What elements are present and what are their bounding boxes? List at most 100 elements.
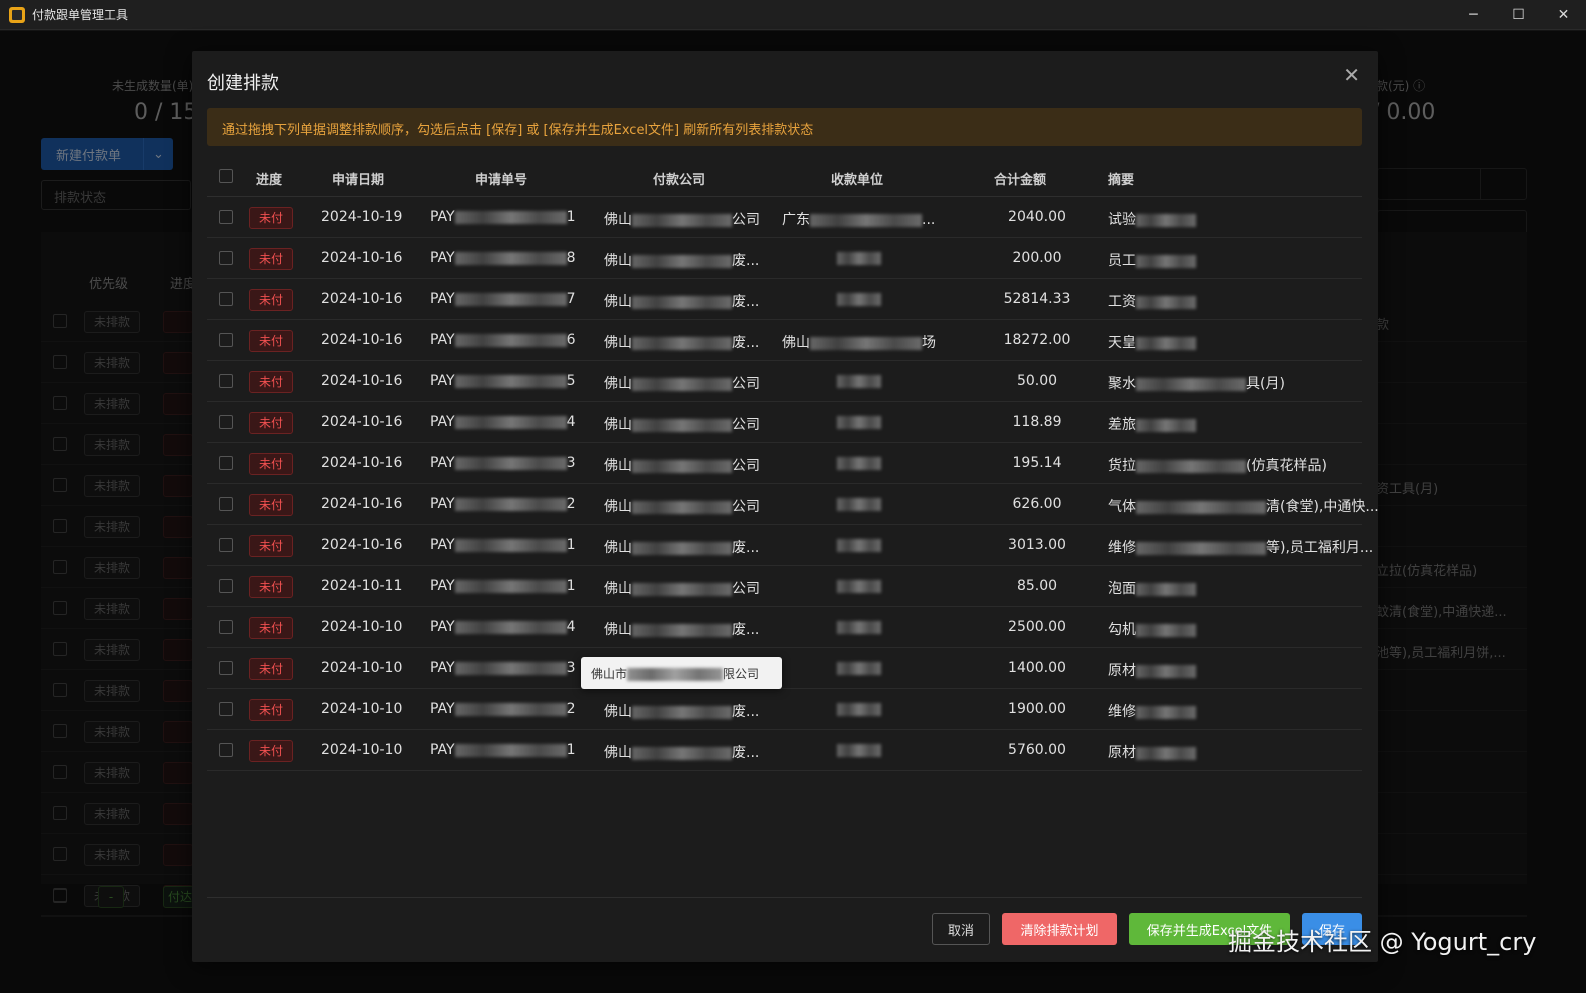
payer-cell: 佛山 废... — [604, 701, 759, 721]
total-amount: 1900.00 — [1008, 701, 1066, 717]
redacted-text — [1136, 664, 1196, 678]
table-row[interactable]: 未付 2024-10-16 PAY 5 佛山 公司 50.00 聚水 具(月) — [207, 361, 1362, 402]
apply-no-cell: PAY 2 — [430, 496, 576, 512]
payer-suffix: 废... — [732, 335, 760, 351]
apply-no-prefix: PAY — [430, 742, 455, 758]
minimize-icon[interactable]: ─ — [1451, 0, 1496, 30]
apply-no-suffix: 2 — [566, 701, 576, 717]
row-checkbox[interactable] — [219, 333, 233, 347]
payer-prefix: 佛山 — [604, 745, 632, 761]
cancel-button[interactable]: 取消 — [932, 913, 990, 945]
status-badge: 未付 — [249, 207, 293, 229]
row-checkbox[interactable] — [219, 210, 233, 224]
table-row[interactable]: 未付 2024-10-19 PAY 1 佛山 公司 广东... 2040.00 试验 — [207, 197, 1362, 238]
clear-schedule-button[interactable]: 清除排款计划 — [1002, 913, 1117, 945]
apply-no-cell: PAY 1 — [430, 537, 576, 553]
table-row[interactable]: 未付 2024-10-10 PAY 4 佛山 废... 2500.00 勾机 — [207, 607, 1362, 648]
payer-prefix: 佛山 — [604, 581, 632, 597]
redacted-text — [632, 377, 732, 391]
table-row[interactable]: 未付 2024-10-10 PAY 1 佛山 废... 5760.00 原材 — [207, 730, 1362, 771]
payer-cell: 佛山 公司 — [604, 496, 760, 516]
payer-cell: 佛山 废... — [604, 291, 759, 311]
summary-cell: 差旅 — [1108, 414, 1196, 434]
table-row[interactable]: 未付 2024-10-16 PAY 6 佛山 废... 佛山 场 18272.00 天皇 — [207, 320, 1362, 361]
redacted-text — [810, 213, 922, 227]
redacted-text — [632, 705, 732, 719]
row-checkbox[interactable] — [219, 292, 233, 306]
col-payer: 付款公司 — [653, 173, 706, 188]
table-row[interactable]: 未付 2024-10-16 PAY 1 佛山 废... 3013.00 维修 等),员工福利月.… — [207, 525, 1373, 566]
payer-cell: 佛山 废... — [604, 250, 759, 270]
table-row[interactable]: 未付 2024-10-16 PAY 2 佛山 公司 626.00 气体 清(食堂),中通快... — [207, 484, 1379, 525]
table-row[interactable]: 未付 2024-10-16 PAY 7 佛山 废... 52814.33 工资 — [207, 279, 1362, 320]
row-checkbox[interactable] — [219, 251, 233, 265]
row-checkbox[interactable] — [219, 743, 233, 757]
table-row[interactable]: 未付 2024-10-10 PAY 3 1400.00 原材 — [207, 648, 1362, 689]
total-amount: 2040.00 — [1008, 209, 1066, 225]
payer-suffix: 废... — [732, 253, 760, 269]
table-row[interactable]: 未付 2024-10-10 PAY 2 佛山 废... 1900.00 维修 — [207, 689, 1362, 730]
table-row[interactable]: 未付 2024-10-11 PAY 1 佛山 公司 85.00 泡面 — [207, 566, 1362, 607]
redacted-text — [632, 254, 732, 268]
apply-date: 2024-10-16 — [321, 291, 403, 307]
row-checkbox[interactable] — [219, 579, 233, 593]
row-checkbox[interactable] — [219, 497, 233, 511]
summary-suffix: (仿真花样品) — [1246, 458, 1327, 474]
summary-suffix: 清(食堂),中通快... — [1266, 499, 1379, 515]
close-window-icon[interactable]: ✕ — [1541, 0, 1586, 30]
redacted-text — [454, 620, 567, 634]
summary-cell: 勾机 — [1108, 619, 1196, 639]
apply-no-cell: PAY 6 — [430, 332, 576, 348]
row-checkbox[interactable] — [219, 702, 233, 716]
apply-no-suffix: 4 — [566, 619, 576, 635]
table-row[interactable]: 未付 2024-10-16 PAY 4 佛山 公司 118.89 差旅 — [207, 402, 1362, 443]
apply-date: 2024-10-16 — [321, 250, 403, 266]
row-checkbox[interactable] — [219, 538, 233, 552]
apply-no-suffix: 1 — [566, 742, 576, 758]
row-checkbox[interactable] — [219, 415, 233, 429]
total-amount: 118.89 — [1012, 414, 1062, 430]
redacted-text — [454, 292, 567, 306]
row-checkbox[interactable] — [219, 374, 233, 388]
recipient-cell — [837, 496, 881, 512]
tooltip-prefix: 佛山市 — [591, 667, 628, 681]
payer-prefix: 佛山 — [604, 335, 632, 351]
apply-date: 2024-10-16 — [321, 455, 403, 471]
redacted-text — [837, 702, 881, 716]
table-row[interactable]: 未付 2024-10-16 PAY 3 佛山 公司 195.14 货拉 (仿真花样品) — [207, 443, 1362, 484]
redacted-text — [1136, 500, 1266, 514]
payer-cell: 佛山 公司 — [604, 209, 760, 229]
payer-prefix: 佛山 — [604, 376, 632, 392]
redacted-text — [1136, 254, 1196, 268]
redacted-text — [837, 661, 881, 675]
summary-prefix: 聚水 — [1108, 376, 1136, 392]
col-total-amount: 合计金额 — [994, 173, 1047, 188]
row-checkbox[interactable] — [219, 456, 233, 470]
maximize-icon[interactable]: ☐ — [1496, 0, 1541, 30]
total-amount: 2500.00 — [1008, 619, 1066, 635]
redacted-text — [837, 292, 881, 306]
select-all-checkbox[interactable] — [219, 169, 233, 183]
status-badge: 未付 — [249, 576, 293, 598]
payer-suffix: 废... — [732, 622, 760, 638]
redacted-text — [454, 661, 567, 675]
apply-no-cell: PAY 4 — [430, 619, 576, 635]
table-row[interactable]: 未付 2024-10-16 PAY 8 佛山 废... 200.00 员工 — [207, 238, 1362, 279]
row-checkbox[interactable] — [219, 661, 233, 675]
payer-prefix: 佛山 — [604, 704, 632, 720]
summary-suffix: 具(月) — [1246, 376, 1285, 392]
col-apply-no: 申请单号 — [475, 173, 528, 188]
total-amount: 5760.00 — [1008, 742, 1066, 758]
apply-no-cell: PAY 5 — [430, 373, 576, 389]
redacted-text — [454, 538, 567, 552]
apply-date: 2024-10-16 — [321, 373, 403, 389]
row-checkbox[interactable] — [219, 620, 233, 634]
apply-no-cell: PAY 8 — [430, 250, 576, 266]
payer-suffix: 废... — [732, 704, 760, 720]
summary-prefix: 泡面 — [1108, 581, 1136, 597]
total-amount: 195.14 — [1012, 455, 1062, 471]
close-icon[interactable]: ✕ — [1343, 63, 1360, 87]
apply-no-suffix: 1 — [566, 209, 576, 225]
apply-no-prefix: PAY — [430, 578, 455, 594]
recipient-prefix: 佛山 — [782, 335, 810, 351]
